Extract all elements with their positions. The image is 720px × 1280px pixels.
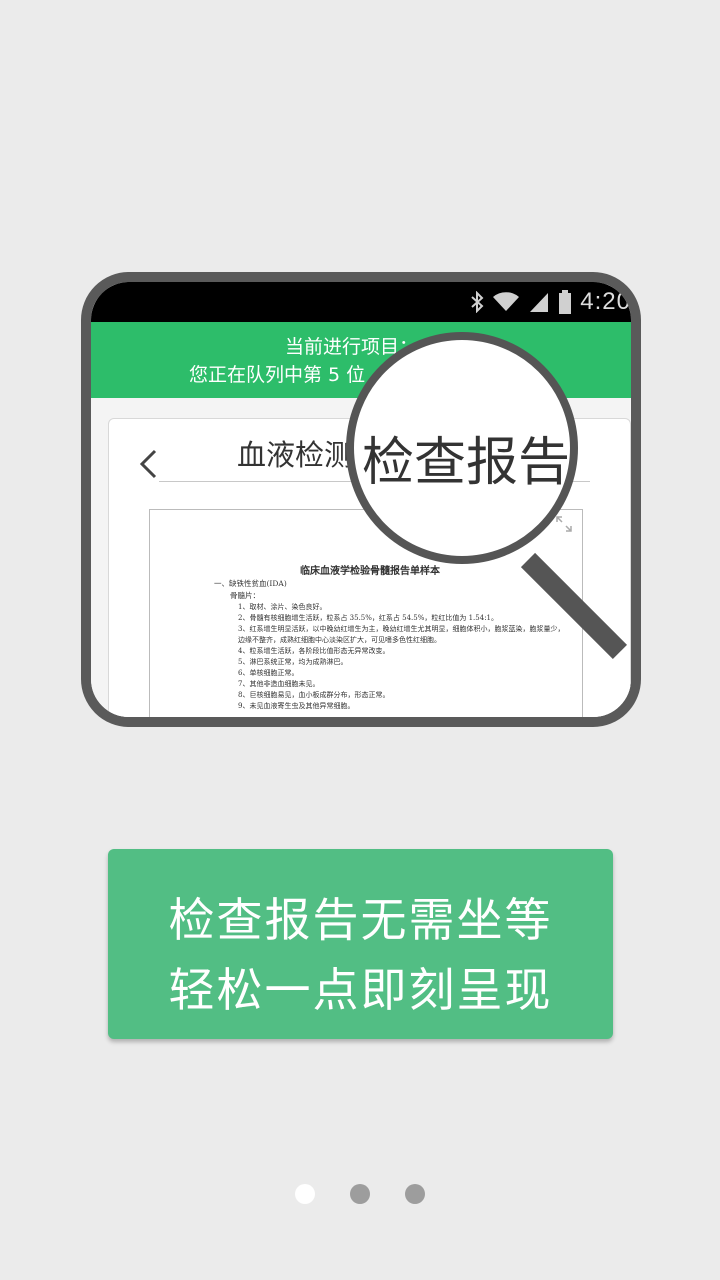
queue-position-label: 您正在队列中第 5 位: [189, 364, 366, 386]
feature-banner: 检查报告无需坐等 轻松一点即刻呈现: [108, 849, 613, 1039]
page-indicator: [295, 1184, 425, 1204]
list-item: 4、粒系增生活跃，各阶段比值形态无异常改变。: [238, 647, 390, 655]
status-time: 4:20: [580, 288, 631, 315]
bluetooth-icon: [471, 291, 484, 313]
report-title: 血液检测: [237, 438, 354, 472]
chevron-left-icon[interactable]: [139, 449, 157, 479]
status-icons: 4:20: [470, 282, 631, 322]
magnifying-glass-icon: 检查报告: [346, 332, 578, 564]
wifi-icon: [493, 292, 520, 311]
list-item: 7、其他非造血细胞未见。: [238, 680, 320, 688]
signal-icon: [530, 293, 549, 312]
list-item: 6、单核细胞正常。: [238, 669, 299, 677]
list-item: 3、红系增生明显活跃，以中晚幼红增生为主，晚幼红增生尤其明显，细胞体积小，胞浆蓝…: [238, 625, 565, 644]
document-items: 1、取材、涂片、染色良好。 2、骨髓有核细胞增生活跃，粒系占 35.5%，红系占…: [238, 602, 568, 712]
list-item: 2、骨髓有核细胞增生活跃，粒系占 35.5%，红系占 54.5%，粒红比值为 1…: [238, 614, 499, 622]
list-item: 5、淋巴系统正常，均为成熟淋巴。: [238, 658, 348, 666]
list-item: 9、未见血液寄生虫及其他异常细胞。: [238, 702, 355, 710]
document-subsection: 骨髓片：: [230, 591, 260, 600]
document-title: 临床血液学检验骨髓报告单样本: [300, 566, 440, 577]
page-dot-2[interactable]: [350, 1184, 370, 1204]
page-dot-3[interactable]: [405, 1184, 425, 1204]
document-section: 一、缺铁性贫血(IDA): [214, 579, 287, 588]
banner-line-1: 检查报告无需坐等: [168, 893, 553, 947]
page-dot-1[interactable]: [295, 1184, 315, 1204]
expand-icon[interactable]: [556, 516, 572, 532]
battery-icon: [559, 290, 572, 314]
status-bar: 4:20: [91, 282, 631, 322]
list-item: 1、取材、涂片、染色良好。: [238, 603, 327, 611]
list-item: 8、巨核细胞易见，血小板成群分布，形态正常。: [238, 691, 390, 699]
banner-line-2: 轻松一点即刻呈现: [168, 963, 553, 1017]
magnified-text: 检查报告: [362, 433, 571, 493]
